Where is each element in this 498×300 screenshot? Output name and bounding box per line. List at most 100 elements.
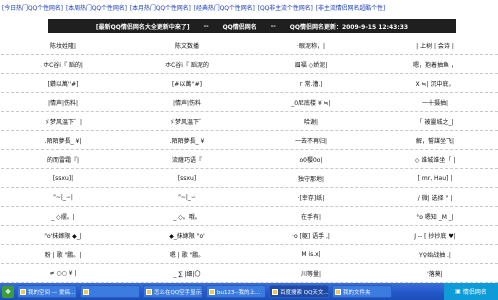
top-link-classic[interactable]: [经典热门QQ个性网名] [194, 3, 255, 18]
name-cell[interactable]: | 上树 | 会诗 | [373, 36, 497, 54]
name-cell[interactable]: "o'抹嫁限 ◆_| [1, 226, 125, 244]
table-row: ≠ ○○ ¥ | _ ∑ |细|〇 川等量| '落莫| [1, 264, 498, 283]
folder-icon [335, 288, 341, 295]
table-row: "o'抹嫁限 ◆_| ◆_抹嫁限 "o' ·o [躯] 语手 ,| J -- [… [1, 226, 498, 245]
banner-updated: QQ情侣网名更新：2009-9-15 12:43:33 [289, 23, 409, 31]
name-cell[interactable]: M is.x| [249, 245, 373, 263]
name-cell[interactable]: "~|_∽| [1, 188, 125, 206]
name-cell[interactable]: 「 被靈城之_| [373, 112, 497, 130]
name-cell[interactable]: ◆_抹嫁限 "o' [125, 226, 249, 244]
name-cell[interactable]: _ ∑ |细|〇 [125, 264, 249, 282]
banner-title: [最新QQ情侣网名大全更新中来了] [95, 23, 190, 31]
system-tray[interactable]: ▣ 情侣网名 [444, 283, 498, 300]
name-cell[interactable]: 嗯 | 歌 "鹏。 [125, 245, 249, 263]
name-cell[interactable]: [#以萬''#] [125, 74, 249, 92]
windows-taskbar: ❖ 我的空间 — 爱搞... 怎么在QQ空手显示... bu123--我的上..… [0, 283, 498, 300]
table-row: 粉 | 歌 "鹏。| 嗯 | 歌 "鹏。 M is.x| Y♀始战抽 .| [1, 245, 498, 264]
browser-icon [209, 288, 215, 295]
name-cell[interactable]: ホC谷i『 蹈的| [1, 55, 125, 73]
name-cell[interactable]: °o 嗯知 _M _| [373, 207, 497, 225]
taskbar-item-label: 怎么在QQ空手显示... [154, 289, 203, 296]
name-cell[interactable]: 一十摄抽| [373, 93, 497, 111]
name-cell[interactable]: ·[幸存]纸| [249, 188, 373, 206]
taskbar-item[interactable]: 我的文件夹 [332, 285, 392, 298]
table-row: _ ◇摆。| _ ◇。哦。 在手有| °o 嗯知 _M _| [1, 207, 498, 226]
taskbar-item-label: 我的文件夹 [343, 289, 371, 296]
top-link-today[interactable]: [今日热门QQ个性网名] [2, 3, 63, 18]
name-cell[interactable]: ≠ ○○ ¥ | [1, 264, 125, 282]
name-cell[interactable]: 眉福 ◇娇泥| [249, 55, 373, 73]
top-link-couple[interactable]: [非主流情侣网名超酷个性] [316, 3, 385, 18]
folder-icon [20, 288, 26, 295]
name-cell[interactable]: Y♀始战抽 .| [373, 245, 497, 263]
top-nav-links: [今日热门QQ个性网名] [本周热门QQ个性网名] [本月热门QQ个性网名] [… [0, 0, 498, 18]
taskbar-item[interactable]: 我的空间 — 爱搞... [17, 285, 77, 298]
name-cell[interactable]: [ mr, Hau] | [373, 169, 497, 187]
table-row: ホC谷i『 蹈的| ホC谷i『 蹈泥的 眉福 ◇娇泥| 嗯，抱着抽鱼 ， [1, 55, 498, 74]
name-cell[interactable]: 独守那地| [249, 169, 373, 187]
page-banner: [最新QQ情侣网名大全更新中来了] -- QQ情侣网名 -- QQ情侣网名更新：… [48, 19, 456, 33]
taskbar-item-label: 我的空间 — 爱搞... [28, 289, 76, 296]
name-cell[interactable]: _0尼底楼 ¥ ≒| [249, 93, 373, 111]
name-cell[interactable]: 陈文数播 [125, 36, 249, 54]
taskbar-item-label: bu123--我的上... [217, 289, 261, 296]
name-cell[interactable]: ホC谷i『 蹈泥的 [125, 55, 249, 73]
name-cell[interactable]: |情声|伤料| [1, 93, 125, 111]
name-cell[interactable]: ゞ梦风温下゛| [1, 112, 125, 130]
table-row: |情声|伤料| |情声|伤料 _0尼底楼 ¥ ≒| 一十摄抽| [1, 93, 498, 112]
name-cell[interactable]: г 常.漕.| [249, 74, 373, 92]
name-cell[interactable]: 陈坟姓隆| [1, 36, 125, 54]
browser-icon [83, 288, 89, 295]
name-cell[interactable]: ゞ梦风温下゛ [125, 112, 249, 130]
banner-separator: -- [270, 22, 276, 30]
name-cell[interactable]: ·眼泥称，| [249, 36, 373, 54]
name-cell[interactable]: 一去不再归| [249, 131, 373, 149]
name-cell[interactable]: J -- [ 抄抄底 ♥| [373, 226, 497, 244]
browser-icon [272, 288, 278, 295]
windows-logo-icon: ❖ [4, 287, 12, 296]
name-cell[interactable]: o0樱0o| [249, 150, 373, 168]
name-cell[interactable]: |情声|伤料 [125, 93, 249, 111]
name-cell[interactable]: .陌陌夢長_ ¥ [125, 131, 249, 149]
taskbar-item[interactable]: 怎么在QQ空手显示... [143, 285, 203, 298]
browser-icon [146, 288, 152, 295]
banner-category: QQ情侣网名 [222, 23, 257, 31]
name-cell[interactable]: ◇ 谁城谁坐「 | [373, 150, 497, 168]
tray-label: 情侣网名 [462, 289, 487, 296]
top-link-month[interactable]: [本月热门QQ个性网名] [130, 3, 191, 18]
name-cell[interactable]: X ≒| 沉中底， [373, 74, 497, 92]
table-row: .陌陌夢長_ ¥| .陌陌夢長_ ¥ 一去不再归| 解，誓謀坐飞| [1, 131, 498, 150]
tray-icon: ▣ [455, 288, 461, 295]
taskbar-item[interactable]: 百度搜索 QQ天文... [269, 285, 329, 298]
name-cell[interactable]: '落莫| [373, 264, 497, 282]
table-row: [ssxu]| [ssxu] 独守那地| [ mr, Hau] | [1, 169, 498, 188]
name-cell[interactable]: .陌陌夢長_ ¥| [1, 131, 125, 149]
name-cell[interactable]: _ ◇摆。| [1, 207, 125, 225]
name-cell[interactable]: 解，誓謀坐飞| [373, 131, 497, 149]
table-row: 陈坟姓隆| 陈文数播 ·眼泥称，| | 上树 | 会诗 | [1, 36, 498, 55]
banner-separator: -- [203, 22, 209, 30]
name-cell[interactable]: 在手有| [249, 207, 373, 225]
name-cell[interactable]: 粉 | 歌 "鹏。| [1, 245, 125, 263]
taskbar-item[interactable] [80, 285, 140, 298]
name-cell[interactable]: "~|_∽ [125, 188, 249, 206]
name-cell[interactable]: 的而雷霜『| [1, 150, 125, 168]
top-link-week[interactable]: [本周热门QQ个性网名] [66, 3, 127, 18]
nickname-grid: 陈坟姓隆| 陈文数播 ·眼泥称，| | 上树 | 会诗 | ホC谷i『 蹈的| … [1, 36, 498, 283]
name-cell[interactable]: [ssxu]| [1, 169, 125, 187]
name-cell[interactable]: 流薩巧语『 [125, 150, 249, 168]
name-cell[interactable]: / 微| 选择 " | [373, 188, 497, 206]
table-row: [鑽以萬''#] [#以萬''#] г 常.漕.| X ≒| 沉中底， [1, 74, 498, 93]
name-cell[interactable]: 嗯，抱着抽鱼 ， [373, 55, 497, 73]
top-link-nonmainstream[interactable]: [QQ非主流个性网名] [258, 3, 313, 18]
name-cell[interactable]: ·o [躯] 语手 ,| [249, 226, 373, 244]
name-cell[interactable]: _ ◇。哦。 [125, 207, 249, 225]
taskbar-item[interactable]: bu123--我的上... [206, 285, 266, 298]
name-cell[interactable]: [ssxu] [125, 169, 249, 187]
name-cell[interactable]: 哈谢| [249, 112, 373, 130]
taskbar-item-label: 百度搜索 QQ天文... [280, 289, 329, 296]
table-row: "~|_∽| "~|_∽ ·[幸存]纸| / 微| 选择 " | [1, 188, 498, 207]
name-cell[interactable]: [鑽以萬''#] [1, 74, 125, 92]
start-button[interactable]: ❖ [2, 285, 14, 298]
name-cell[interactable]: 川等量| [249, 264, 373, 282]
